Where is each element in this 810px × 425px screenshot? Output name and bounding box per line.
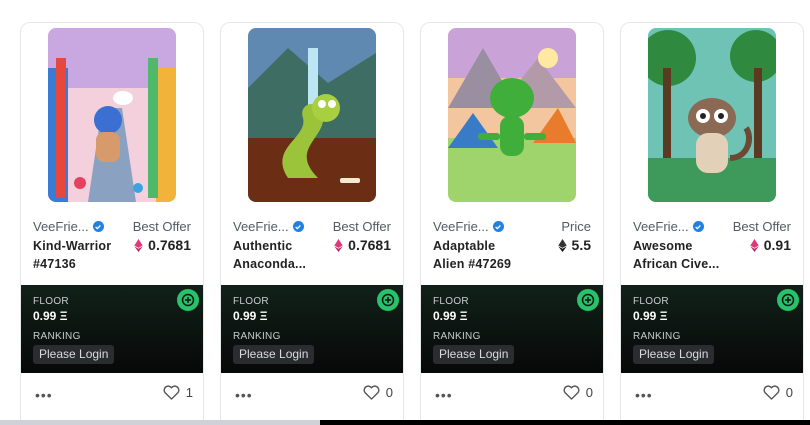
- floor-label: FLOOR: [233, 296, 269, 307]
- collection-name[interactable]: VeeFrie...: [233, 219, 304, 234]
- heart-icon: [763, 385, 780, 400]
- horizontal-scrollbar[interactable]: [0, 420, 810, 425]
- nft-name[interactable]: Adaptable Alien #47269: [433, 237, 523, 273]
- card-meta: VeeFrie... Best Offer Awesome African Ci…: [633, 217, 791, 277]
- verified-badge-icon: [92, 221, 104, 232]
- more-options-button[interactable]: •••: [35, 387, 53, 403]
- floor-label: FLOOR: [633, 296, 669, 307]
- nft-card[interactable]: VeeFrie... Price Adaptable Alien #47269 …: [420, 22, 604, 425]
- collection-name[interactable]: VeeFrie...: [433, 219, 504, 234]
- price-value: 0.7681: [148, 237, 191, 253]
- eth-pink-icon: [750, 238, 759, 252]
- card-meta: VeeFrie... Best Offer Kind-Warrior #4713…: [33, 217, 191, 277]
- nft-card[interactable]: VeeFrie... Best Offer Authentic Anaconda…: [220, 22, 404, 425]
- marketplace-icon[interactable]: [377, 289, 399, 311]
- more-options-button[interactable]: •••: [435, 387, 453, 403]
- eth-dark-icon: [557, 238, 567, 252]
- authentic-anaconda-art: [248, 28, 376, 202]
- collection-name[interactable]: VeeFrie...: [633, 219, 704, 234]
- offer-label: Best Offer: [132, 219, 191, 234]
- like-count: 0: [385, 385, 393, 400]
- please-login-button[interactable]: Please Login: [433, 345, 515, 364]
- like-button[interactable]: 0: [563, 385, 593, 400]
- marketplace-icon[interactable]: [177, 289, 199, 311]
- nft-artwork[interactable]: [448, 28, 576, 202]
- like-button[interactable]: 0: [763, 385, 793, 400]
- more-options-button[interactable]: •••: [635, 387, 653, 403]
- heart-icon: [563, 385, 580, 400]
- nft-name[interactable]: Kind-Warrior #47136: [33, 237, 123, 273]
- card-meta: VeeFrie... Price Adaptable Alien #47269 …: [433, 217, 591, 277]
- card-meta: VeeFrie... Best Offer Authentic Anaconda…: [233, 217, 391, 277]
- verified-badge-icon: [492, 221, 504, 232]
- scrollbar-thumb[interactable]: [0, 420, 320, 425]
- card-footer: ••• 0: [221, 381, 403, 409]
- like-count: 0: [785, 385, 793, 400]
- nft-card[interactable]: VeeFrie... Best Offer Kind-Warrior #4713…: [20, 22, 204, 425]
- like-count: 1: [185, 385, 193, 400]
- price: 0.7681: [334, 237, 391, 253]
- card-footer: ••• 0: [421, 381, 603, 409]
- price-value: 5.5: [571, 237, 591, 253]
- african-civet-art: [648, 28, 776, 202]
- floor-value: 0.99 Ξ: [33, 309, 68, 323]
- nft-name[interactable]: Authentic Anaconda...: [233, 237, 323, 273]
- marketplace-icon[interactable]: [577, 289, 599, 311]
- like-button[interactable]: 1: [163, 385, 193, 400]
- offer-label: Price: [561, 219, 591, 234]
- eth-pink-icon: [134, 238, 143, 252]
- verified-badge-icon: [692, 221, 704, 232]
- ranking-label: RANKING: [633, 331, 681, 342]
- ranking-label: RANKING: [233, 331, 281, 342]
- offer-label: Best Offer: [332, 219, 391, 234]
- more-options-button[interactable]: •••: [235, 387, 253, 403]
- card-footer: ••• 1: [21, 381, 203, 409]
- nft-artwork[interactable]: [48, 28, 176, 202]
- price: 5.5: [557, 237, 591, 253]
- floor-value: 0.99 Ξ: [233, 309, 268, 323]
- like-button[interactable]: 0: [363, 385, 393, 400]
- marketplace-icon[interactable]: [777, 289, 799, 311]
- heart-icon: [363, 385, 380, 400]
- stats-panel: FLOOR 0.99 Ξ RANKING Please Login: [621, 285, 803, 373]
- stats-panel: FLOOR 0.99 Ξ RANKING Please Login: [221, 285, 403, 373]
- ranking-label: RANKING: [433, 331, 481, 342]
- stats-panel: FLOOR 0.99 Ξ RANKING Please Login: [421, 285, 603, 373]
- price-value: 0.7681: [348, 237, 391, 253]
- eth-pink-icon: [334, 238, 343, 252]
- card-footer: ••• 0: [621, 381, 803, 409]
- nft-artwork[interactable]: [248, 28, 376, 202]
- nft-card[interactable]: VeeFrie... Best Offer Awesome African Ci…: [620, 22, 804, 425]
- floor-label: FLOOR: [33, 296, 69, 307]
- verified-badge-icon: [292, 221, 304, 232]
- floor-value: 0.99 Ξ: [633, 309, 668, 323]
- please-login-button[interactable]: Please Login: [33, 345, 115, 364]
- kind-warrior-art: [48, 28, 176, 202]
- nft-name[interactable]: Awesome African Cive...: [633, 237, 723, 273]
- floor-label: FLOOR: [433, 296, 469, 307]
- collection-name[interactable]: VeeFrie...: [33, 219, 104, 234]
- nft-artwork[interactable]: [648, 28, 776, 202]
- like-count: 0: [585, 385, 593, 400]
- price: 0.7681: [134, 237, 191, 253]
- price: 0.91: [750, 237, 791, 253]
- adaptable-alien-art: [448, 28, 576, 202]
- please-login-button[interactable]: Please Login: [233, 345, 315, 364]
- stats-panel: FLOOR 0.99 Ξ RANKING Please Login: [21, 285, 203, 373]
- please-login-button[interactable]: Please Login: [633, 345, 715, 364]
- ranking-label: RANKING: [33, 331, 81, 342]
- price-value: 0.91: [763, 237, 791, 253]
- nft-card-grid: VeeFrie... Best Offer Kind-Warrior #4713…: [0, 0, 810, 425]
- offer-label: Best Offer: [732, 219, 791, 234]
- heart-icon: [163, 385, 180, 400]
- floor-value: 0.99 Ξ: [433, 309, 468, 323]
